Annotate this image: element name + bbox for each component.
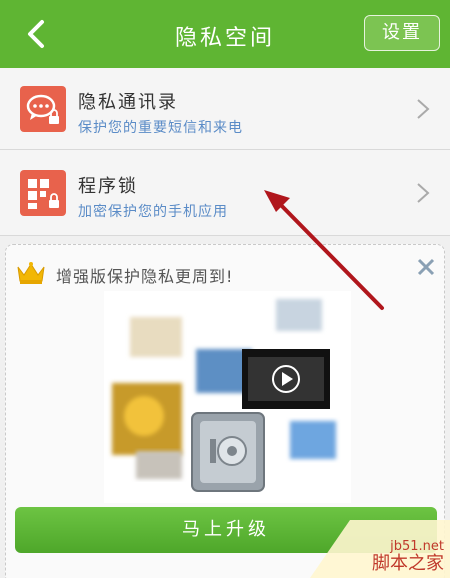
vault-illustration xyxy=(104,291,351,503)
chevron-right-icon xyxy=(417,99,430,119)
chevron-right-icon xyxy=(417,183,430,203)
crown-icon xyxy=(17,262,45,284)
close-icon[interactable] xyxy=(416,257,436,277)
row-subtitle: 保护您的重要短信和来电 xyxy=(78,120,243,136)
list-item-app-lock[interactable]: 程序锁 加密保护您的手机应用 xyxy=(0,150,450,236)
promo-text: 增强版保护隐私更周到! xyxy=(56,267,234,286)
app-header: 隐私空间 设置 xyxy=(0,0,450,68)
chat-lock-icon xyxy=(20,86,66,132)
watermark-name: 脚本之家 xyxy=(372,553,444,574)
chevron-left-icon xyxy=(28,20,44,48)
back-button[interactable] xyxy=(20,14,56,54)
row-title: 隐私通讯录 xyxy=(78,92,178,113)
apps-lock-icon xyxy=(20,170,66,216)
settings-button[interactable]: 设置 xyxy=(364,15,440,51)
row-subtitle: 加密保护您的手机应用 xyxy=(78,204,228,220)
list-item-private-contacts[interactable]: 隐私通讯录 保护您的重要短信和来电 xyxy=(0,68,450,150)
row-title: 程序锁 xyxy=(78,176,138,197)
